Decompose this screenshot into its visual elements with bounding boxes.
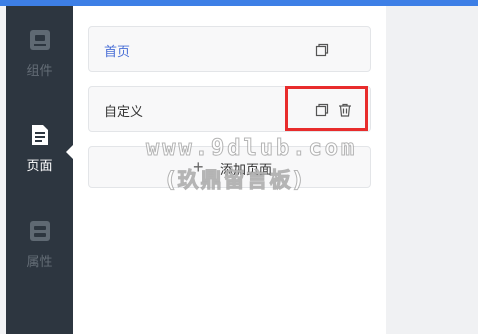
- copy-icon[interactable]: [314, 102, 330, 118]
- copy-icon[interactable]: [314, 42, 330, 58]
- page-name: 自定义: [104, 104, 144, 119]
- page-item-home[interactable]: 首页: [88, 26, 371, 72]
- page-icon: [31, 125, 48, 145]
- sidebar-item-label: 组件: [26, 63, 53, 78]
- component-icon: [29, 30, 50, 50]
- page-item-custom[interactable]: 自定义: [88, 86, 371, 132]
- plus-icon: +: [193, 157, 204, 177]
- sidebar-item-properties[interactable]: 属性: [6, 219, 73, 270]
- delete-icon[interactable]: [337, 102, 353, 118]
- page-name: 首页: [104, 44, 131, 59]
- page-list-panel: 首页 自定义 + 添加页面: [73, 6, 386, 334]
- sidebar-item-label: 页面: [26, 158, 53, 173]
- add-page-label: 添加页面: [220, 162, 273, 177]
- property-icon: [29, 221, 50, 241]
- sidebar-item-components[interactable]: 组件: [6, 28, 73, 79]
- sidebar: 组件 页面 属性: [6, 6, 73, 334]
- add-page-button[interactable]: + 添加页面: [88, 146, 371, 188]
- active-indicator: [66, 145, 73, 159]
- canvas-area: [386, 6, 478, 334]
- sidebar-item-pages[interactable]: 页面: [6, 123, 73, 174]
- sidebar-item-label: 属性: [26, 254, 53, 269]
